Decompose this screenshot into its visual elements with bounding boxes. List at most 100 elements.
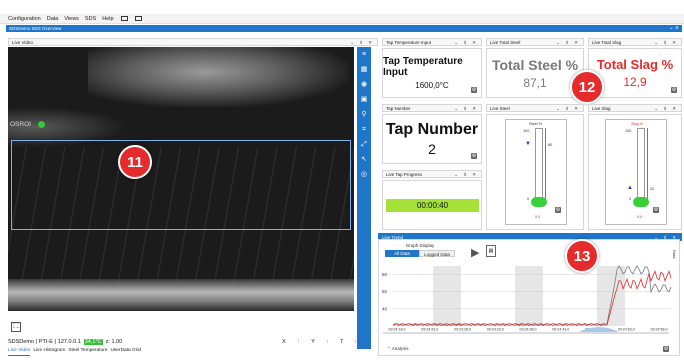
- live-slag-header: Live Slag ⌄ ⇕ ✕: [588, 104, 682, 112]
- tap-number-header-label: Tap Number: [386, 106, 411, 111]
- live-video-view[interactable]: OSROI 11: [8, 47, 354, 311]
- export-icon[interactable]: ▤: [486, 245, 496, 257]
- status-coords: X:Y:T:: [282, 339, 368, 345]
- live-slag-header-label: Live Slag: [592, 106, 611, 111]
- network-icon[interactable]: [120, 16, 128, 21]
- slag-gauge-bulb: [633, 197, 649, 207]
- status-temp: 34,1°C: [83, 338, 103, 345]
- callout-13-label: 13: [573, 247, 591, 265]
- logged-data-button[interactable]: Logged Data: [419, 250, 455, 257]
- trend-y-ticks: 80 60 40: [382, 272, 388, 311]
- steel-gauge-top: 100: [523, 129, 530, 133]
- total-steel-card: Total Steel % 87,1: [486, 48, 584, 98]
- bottom-tabs: Live Video Live Histogram Steel Temperat…: [8, 348, 354, 356]
- steel-gauge-label: Steel %: [529, 122, 543, 126]
- live-video-header: Live Video ⌄ ⇕ ✕: [8, 38, 378, 46]
- all-data-button[interactable]: All Data: [385, 250, 419, 257]
- callout-11-label: 11: [127, 153, 143, 171]
- panel-controls[interactable]: ⌄ ⇕ ✕: [654, 39, 678, 46]
- crop-icon[interactable]: ⌗: [360, 126, 368, 134]
- settings-icon[interactable]: ⚙: [555, 207, 561, 213]
- pointer-icon[interactable]: ↖: [360, 156, 368, 164]
- panel-controls[interactable]: ⌄ ⇕ ✕: [454, 39, 478, 46]
- trend-y-tick: 60: [382, 289, 388, 294]
- panel-controls[interactable]: ⌄ ⇕ ✕: [454, 171, 478, 178]
- roi-box[interactable]: [11, 140, 351, 230]
- tab-userdata-grid[interactable]: UserData Grid: [110, 348, 141, 356]
- menu-help[interactable]: Help: [102, 16, 113, 22]
- total-slag-value: 12,9: [623, 75, 647, 89]
- zoom-icon[interactable]: ⚲: [360, 111, 368, 119]
- play-icon[interactable]: ▶: [471, 246, 479, 259]
- menu-data[interactable]: Data: [47, 16, 59, 22]
- slag-gauge-scale: [647, 128, 648, 200]
- panel-controls[interactable]: ⌄ ⇕ ✕: [350, 39, 374, 46]
- status-source: SDSDemo ( PTI-E ) 127.0.0.1: [8, 338, 81, 345]
- callout-12: 12: [570, 70, 604, 104]
- live-slag-card: Slag % 100 20 ▲ 0 0,0 ⚙: [588, 114, 682, 230]
- menu-configuration[interactable]: Configuration: [8, 16, 41, 22]
- video-slag-band: [8, 279, 354, 311]
- slag-gauge-bottom: 0: [629, 197, 632, 201]
- tap-progress-bar: 00:00:40: [386, 199, 479, 212]
- slag-setpoint-icon: ▲: [627, 185, 633, 191]
- tab-live-video[interactable]: Live Video: [8, 348, 31, 356]
- trend-x-tick: 09:24:53,0: [618, 328, 635, 332]
- panel-controls[interactable]: ⌄ ⇕ ✕: [454, 105, 478, 112]
- graph-display-group: Graph Display All Data Logged Data: [385, 243, 455, 261]
- total-slag-header: Live Total Slag ⌄ ⇕ ✕: [588, 38, 682, 46]
- live-video-title: Live Video: [12, 40, 33, 45]
- panel-controls[interactable]: ⌄ ⇕ ✕: [556, 105, 580, 112]
- settings-icon[interactable]: ⚙: [663, 346, 669, 352]
- trend-x-tick: 09:24:28,0: [454, 328, 471, 332]
- trend-chart[interactable]: 806040 09:24:18,0 09:24:23,0 09:24:28,0 09:…: [379, 264, 675, 342]
- callout-12-label: 12: [578, 78, 596, 96]
- expand-icon[interactable]: ⤢: [360, 141, 368, 149]
- panel-controls[interactable]: ⌄ ⇕ ✕: [654, 105, 678, 112]
- video-glare: [88, 47, 348, 107]
- monitor-icon[interactable]: [134, 16, 142, 21]
- trend-band: [515, 266, 543, 326]
- tab-live-histogram[interactable]: Live Histogram: [33, 348, 65, 356]
- panel-controls[interactable]: ⌄ ⇕ ✕: [556, 39, 580, 46]
- menu-icon[interactable]: ≡: [360, 51, 368, 59]
- palette-icon[interactable]: ◉: [360, 81, 368, 89]
- menu-bar: Configuration Data Views SDS Help: [0, 14, 684, 24]
- image-icon[interactable]: ▣: [360, 96, 368, 104]
- trend-x-tick: 09:24:38,0: [520, 328, 537, 332]
- roi-status-dot: [38, 121, 45, 128]
- status-x: X:: [282, 338, 312, 345]
- tap-number-value: 2: [428, 141, 436, 157]
- tap-progress-header: Live Tap Progress ⌄ ⇕ ✕: [382, 170, 482, 178]
- side-data-label[interactable]: Data: [672, 250, 677, 258]
- tab-steel-temperature[interactable]: Steel Temperature: [68, 348, 107, 356]
- slag-gauge-mark: 20: [650, 187, 655, 191]
- trend-band: [597, 266, 625, 326]
- total-steel-value: 87,1: [523, 75, 547, 90]
- tap-number-title: Tap Number: [385, 121, 479, 138]
- tap-progress-card: 00:00:40: [382, 180, 482, 230]
- tap-temp-header: Tap Temperature Input ⌄ ⇕ ✕: [382, 38, 482, 46]
- settings-icon[interactable]: ⚙: [671, 87, 677, 93]
- slag-gauge-tube: [637, 128, 645, 200]
- steel-gauge-mark: 80: [548, 143, 553, 147]
- trend-band: [433, 266, 461, 326]
- settings-icon[interactable]: ◎: [360, 171, 368, 179]
- menu-sds[interactable]: SDS: [85, 16, 96, 22]
- steel-gauge-tube: [535, 128, 543, 200]
- window-controls[interactable]: ⌄ ⨯: [669, 25, 679, 32]
- settings-icon[interactable]: ⚙: [471, 153, 477, 159]
- grid-icon[interactable]: ▦: [360, 66, 368, 74]
- trend-x-tick: 09:24:33,0: [487, 328, 504, 332]
- roi-label: OSROI: [10, 121, 31, 128]
- analysis-toggle[interactable]: ⌃ Analysis: [387, 346, 409, 352]
- steel-gauge-scale: [545, 128, 546, 200]
- trend-y-tick: 80: [382, 272, 388, 277]
- fullscreen-icon[interactable]: ⛶: [11, 322, 21, 332]
- settings-icon[interactable]: ⚙: [471, 87, 477, 93]
- live-steel-header-label: Live Steel: [490, 106, 510, 111]
- trend-x-ticks: 09:24:18,0 09:24:23,0 09:24:28,0 09:24:33,0…: [389, 328, 668, 332]
- settings-icon[interactable]: ⚙: [653, 207, 659, 213]
- menu-views[interactable]: Views: [64, 16, 79, 22]
- total-steel-header-label: Live Total Steel: [490, 40, 521, 45]
